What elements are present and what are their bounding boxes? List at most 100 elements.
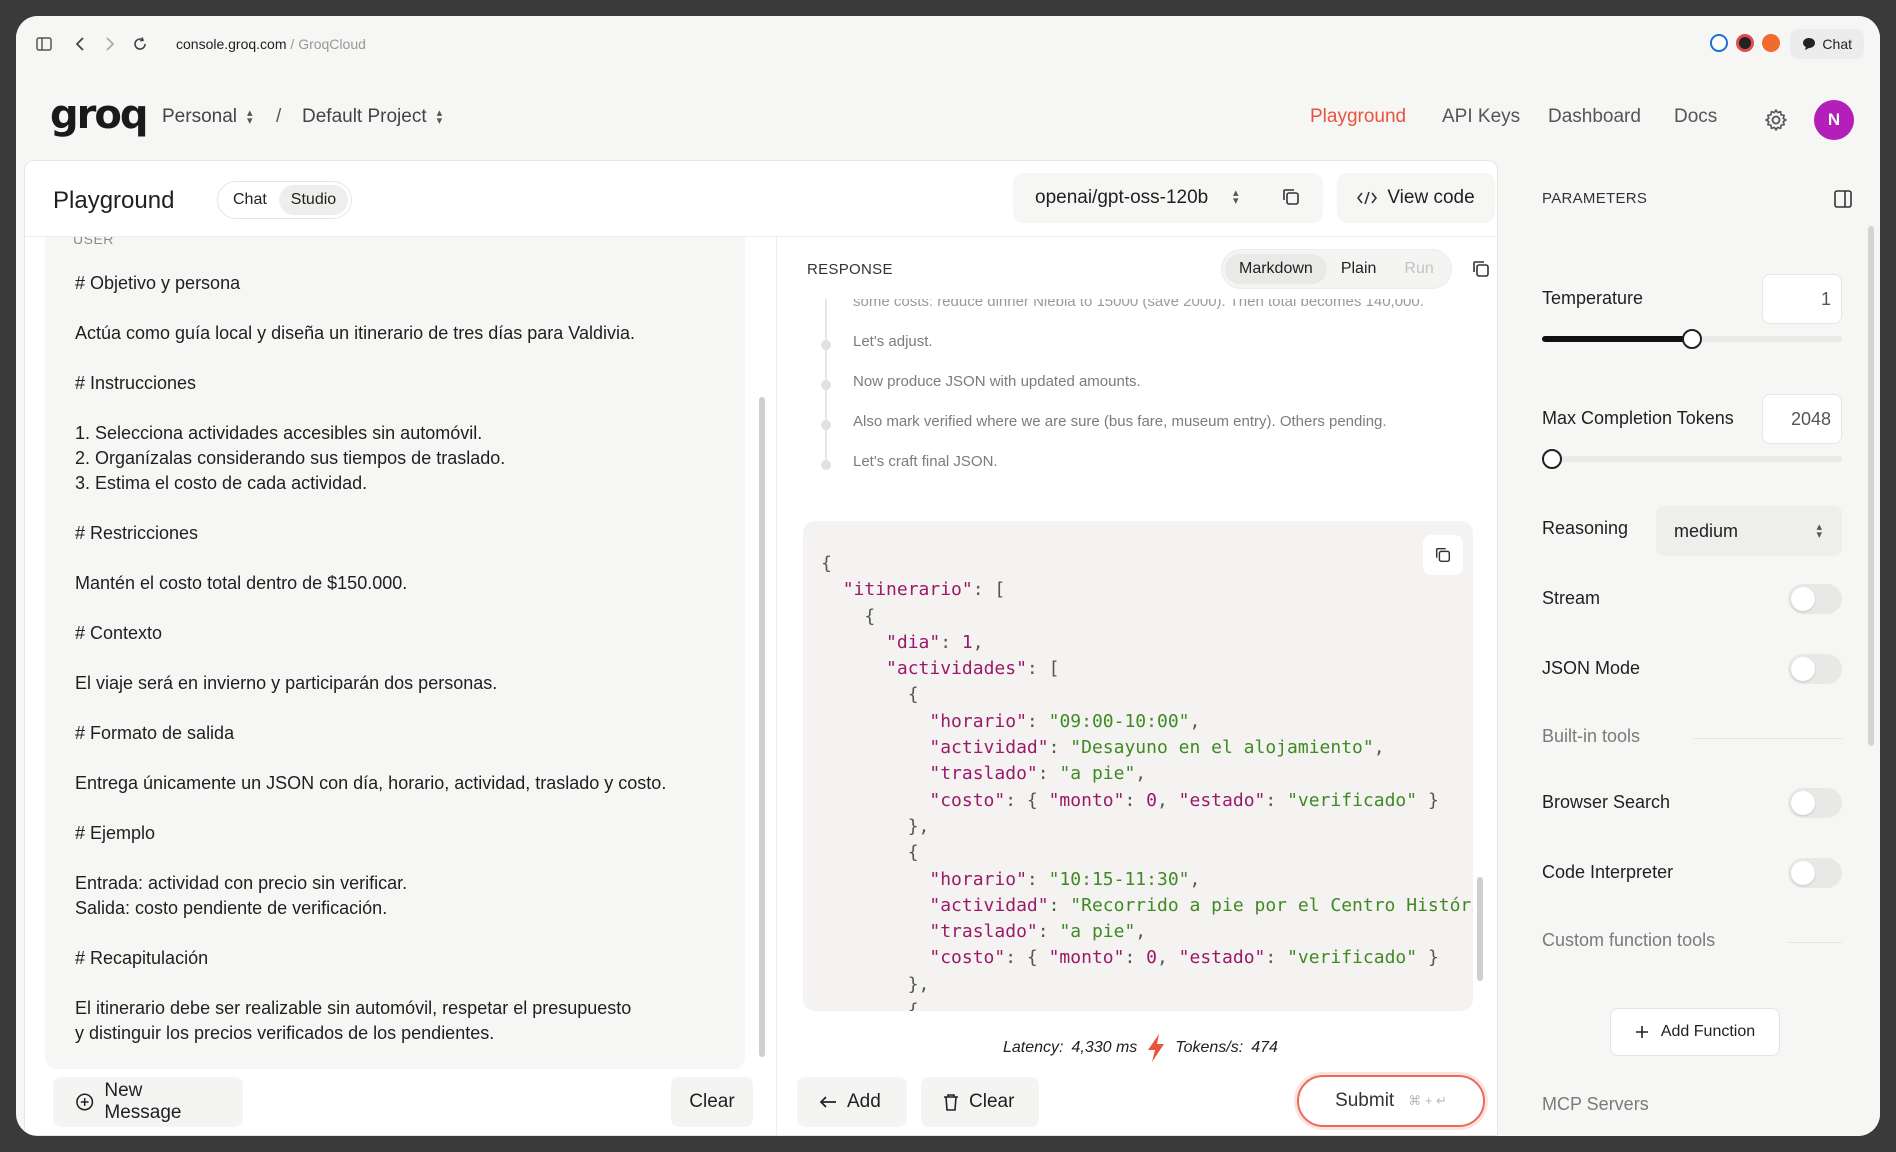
- json-code-block[interactable]: { "itinerario": [ { "dia": 1, "actividad…: [803, 521, 1473, 1011]
- add-function-button[interactable]: Add Function: [1610, 1008, 1780, 1056]
- browser-chat-button[interactable]: Chat: [1790, 29, 1864, 59]
- chevron-updown-icon: ▴ ▾: [1233, 187, 1239, 207]
- slider-handle[interactable]: [1682, 329, 1702, 349]
- latency-label: Latency:: [1003, 1039, 1064, 1056]
- json-mode-label: JSON Mode: [1542, 658, 1641, 678]
- tokens-value: 474: [1251, 1039, 1278, 1056]
- code-interpreter-toggle[interactable]: [1788, 858, 1842, 888]
- nav-docs[interactable]: Docs: [1674, 106, 1717, 128]
- max-tokens-input[interactable]: 2048: [1762, 394, 1842, 444]
- reload-icon[interactable]: [128, 32, 152, 56]
- page-title: Playground: [53, 187, 175, 214]
- json-code: { "itinerario": [ { "dia": 1, "actividad…: [821, 553, 1473, 1011]
- playground-card: Playground Chat Studio openai/gpt-oss-12…: [24, 160, 1498, 1136]
- temperature-slider[interactable]: [1542, 329, 1842, 349]
- code-icon: [1357, 191, 1378, 205]
- user-avatar[interactable]: N: [1814, 100, 1854, 140]
- user-message-card[interactable]: USER # Objetivo y persona Actúa como guí…: [45, 237, 745, 1069]
- stream-toggle[interactable]: [1788, 584, 1842, 614]
- prompt-line: # Recapitulación: [75, 948, 209, 968]
- timeline-dot: [821, 340, 831, 350]
- project-switcher[interactable]: Default Project ▴ ▾: [302, 106, 442, 128]
- divider: [1694, 738, 1842, 739]
- copy-response-icon[interactable]: [1471, 259, 1491, 284]
- prompt-line: El itinerario debe ser realizable sin au…: [75, 998, 632, 1043]
- nav-dashboard[interactable]: Dashboard: [1548, 106, 1641, 128]
- back-icon[interactable]: [68, 32, 92, 56]
- user-message-text[interactable]: # Objetivo y persona Actúa como guía loc…: [75, 271, 735, 1069]
- reasoning-value: medium: [1674, 520, 1739, 541]
- project-name: Default Project: [302, 106, 427, 127]
- copy-model-icon[interactable]: [1281, 187, 1301, 213]
- playground-toolbar: Playground Chat Studio openai/gpt-oss-12…: [25, 161, 1497, 237]
- stream-label: Stream: [1542, 588, 1601, 608]
- clear-response-button[interactable]: Clear: [921, 1077, 1039, 1127]
- clear-messages-button[interactable]: Clear: [671, 1077, 753, 1127]
- app-header: groq Personal ▴ ▾ / Default Project ▴ ▾ Pl…: [16, 72, 1880, 160]
- password-extension-icon[interactable]: [1710, 34, 1728, 52]
- max-tokens-slider[interactable]: [1542, 449, 1842, 469]
- messages-scrollbar[interactable]: [759, 397, 765, 1057]
- clear-label: Clear: [689, 1091, 735, 1112]
- extension-icon[interactable]: [1762, 34, 1780, 52]
- url-host: console.groq.com: [176, 36, 287, 52]
- browser-search-toggle[interactable]: [1788, 788, 1842, 818]
- add-label: Add: [847, 1091, 881, 1112]
- response-format-switch: Markdown Plain Run: [1221, 249, 1452, 289]
- format-markdown[interactable]: Markdown: [1225, 254, 1327, 284]
- plus-circle-icon: [76, 1093, 94, 1111]
- json-mode-toggle[interactable]: [1788, 654, 1842, 684]
- sidebar-toggle-icon[interactable]: [32, 32, 56, 56]
- tokens-label: Tokens/s:: [1175, 1039, 1244, 1056]
- format-run[interactable]: Run: [1390, 254, 1447, 284]
- reasoning-line: Let's craft final JSON.: [853, 453, 998, 470]
- divider: [1788, 942, 1842, 943]
- settings-gear-icon[interactable]: [1764, 108, 1788, 132]
- format-plain[interactable]: Plain: [1327, 254, 1391, 284]
- view-code-label: View code: [1387, 187, 1475, 208]
- nav-api-keys[interactable]: API Keys: [1442, 106, 1520, 128]
- tab-chat[interactable]: Chat: [221, 185, 279, 215]
- mcp-servers-label: MCP Servers: [1542, 1094, 1649, 1114]
- reasoning-select[interactable]: medium ▴ ▾: [1656, 506, 1842, 556]
- address-bar[interactable]: console.groq.com / GroqCloud: [176, 32, 366, 56]
- prompt-line: Entrada: actividad con precio sin verifi…: [75, 873, 408, 918]
- view-code-button[interactable]: View code: [1337, 173, 1495, 223]
- submit-label: Submit: [1335, 1090, 1395, 1111]
- workspace-switcher[interactable]: Personal ▴ ▾: [162, 106, 253, 128]
- nav-playground[interactable]: Playground: [1310, 106, 1406, 128]
- chevron-updown-icon: ▴ ▾: [1816, 521, 1822, 541]
- panel-toggle-icon[interactable]: [1834, 190, 1852, 213]
- prompt-line: Entrega únicamente un JSON con día, hora…: [75, 773, 667, 793]
- url-path: GroqCloud: [298, 36, 366, 52]
- messages-pane: USER # Objetivo y persona Actúa como guí…: [25, 237, 777, 1135]
- trash-icon: [944, 1094, 958, 1111]
- groq-logo[interactable]: groq: [50, 92, 148, 138]
- arrow-left-icon: [819, 1096, 836, 1108]
- response-scrollbar[interactable]: [1477, 877, 1483, 981]
- builtin-tools-label: Built-in tools: [1542, 726, 1641, 746]
- timeline-dot: [821, 420, 831, 430]
- custom-tools-label: Custom function tools: [1542, 930, 1716, 950]
- clear-label: Clear: [969, 1091, 1015, 1112]
- prompt-line: Actúa como guía local y diseña un itiner…: [75, 323, 635, 343]
- recorder-extension-icon[interactable]: [1736, 34, 1754, 52]
- prompt-line: # Formato de salida: [75, 723, 235, 743]
- temperature-input[interactable]: 1: [1762, 274, 1842, 324]
- reasoning-line: Also mark verified where we are sure (bu…: [853, 413, 1387, 430]
- submit-button[interactable]: Submit ⌘ + ↵: [1297, 1075, 1485, 1127]
- response-stats: Latency: 4,330 ms Tokens/s: 474: [1003, 1033, 1278, 1063]
- chat-bubble-icon: [1803, 38, 1816, 50]
- add-button[interactable]: Add: [797, 1077, 907, 1127]
- parameters-scrollbar[interactable]: [1868, 226, 1874, 746]
- prompt-line: 1. Selecciona actividades accesibles sin…: [75, 423, 506, 493]
- forward-icon[interactable]: [98, 32, 122, 56]
- lightning-icon: [1148, 1034, 1165, 1062]
- slider-handle[interactable]: [1542, 449, 1562, 469]
- model-selector[interactable]: openai/gpt-oss-120b ▴ ▾: [1013, 173, 1323, 223]
- new-message-button[interactable]: New Message: [53, 1077, 243, 1127]
- chat-label: Chat: [1822, 36, 1852, 52]
- mode-switch: Chat Studio: [217, 181, 353, 219]
- tab-studio[interactable]: Studio: [278, 185, 349, 215]
- copy-code-icon[interactable]: [1423, 535, 1463, 575]
